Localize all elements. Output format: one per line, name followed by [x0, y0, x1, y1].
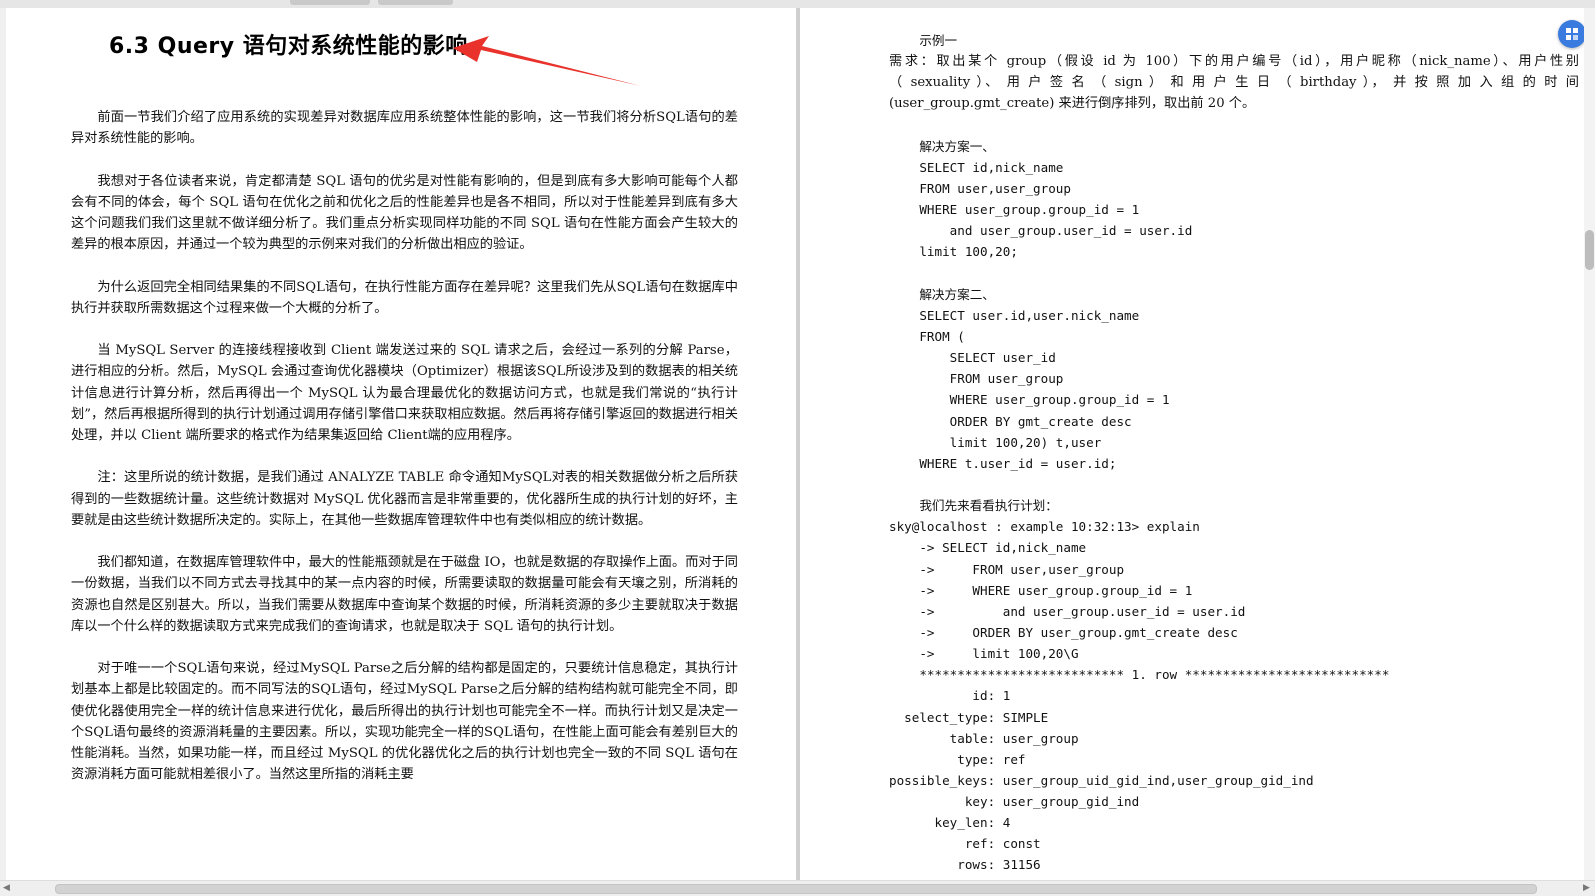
scroll-right-icon[interactable]: ▶	[1583, 883, 1590, 893]
code-line: FROM user_group	[889, 371, 1064, 387]
code-line: FROM (	[889, 328, 965, 344]
horizontal-scroll-thumb[interactable]	[55, 884, 1537, 894]
code-line: key_len: 4	[889, 815, 1011, 831]
code-line: and user_group.user_id = user.id	[889, 223, 1193, 239]
tab-indicator[interactable]	[290, 0, 370, 5]
red-arrow-annotation	[453, 36, 641, 86]
code-line: rows: 31156	[889, 857, 1041, 873]
paragraph: 为什么返回完全相同结果集的不同SQL语句，在执行性能方面存在差异呢？这里我们先从…	[71, 279, 738, 316]
tab-indicator[interactable]	[378, 0, 453, 5]
code-line: -> WHERE user_group.group_id = 1	[889, 582, 1193, 598]
code-line: ref: const	[889, 836, 1041, 852]
left-page: 6.3 Query 语句对系统性能的影响 前面一节我们介绍了应用系统的实现差异对…	[6, 8, 796, 880]
right-page: 示例一 需求：取出某个 group（假设 id 为 100）下的用户编号（id）…	[799, 8, 1585, 880]
code-line: 我们先来看看执行计划：	[889, 498, 1058, 514]
code-line: SELECT id,nick_name	[889, 159, 1064, 175]
code-line: 解决方案一、	[889, 138, 995, 154]
section-heading: 6.3 Query 语句对系统性能的影响	[109, 34, 468, 59]
code-line: (user_group.gmt_create) 来进行倒序排列，取出前 20 个…	[889, 96, 1256, 112]
top-bar	[0, 0, 1595, 8]
code-line: id: 1	[889, 688, 1011, 704]
code-line: 需求：取出某个 group（假设 id 为 100）下的用户编号（id），用户昵…	[889, 54, 1579, 70]
code-line: type: ref	[889, 751, 1026, 767]
code-line: limit 100,20) t,user	[889, 434, 1102, 450]
code-listing: 示例一 需求：取出某个 group（假设 id 为 100）下的用户编号（id）…	[889, 30, 1579, 876]
code-line: possible_keys: user_group_uid_gid_ind,us…	[889, 772, 1314, 788]
code-line: WHERE user_group.group_id = 1	[889, 202, 1140, 218]
code-line: limit 100,20;	[889, 244, 1018, 260]
paragraph: 前面一节我们介绍了应用系统的实现差异对数据库应用系统整体性能的影响，这一节我们将…	[71, 110, 738, 147]
code-line: 解决方案二、	[889, 286, 995, 302]
code-line: 示例一	[889, 33, 958, 48]
code-line: FROM user,user_group	[889, 180, 1071, 196]
vertical-scroll-thumb[interactable]	[1585, 230, 1594, 270]
paragraph: 对于唯一一个SQL语句来说，经过MySQL Parse之后分解的结构都是固定的，…	[71, 661, 738, 783]
paragraph: 注：这里所说的统计数据，是我们通过 ANALYZE TABLE 命令通知MySQ…	[71, 470, 738, 528]
code-line: ORDER BY gmt_create desc	[889, 413, 1132, 429]
code-line: -> SELECT id,nick_name	[889, 540, 1087, 556]
code-line: key: user_group_gid_ind	[889, 794, 1140, 810]
scroll-left-icon[interactable]: ◀	[3, 883, 10, 893]
code-line: *************************** 1. row *****…	[889, 667, 1390, 683]
horizontal-scrollbar[interactable]: ◀ ▶	[0, 880, 1595, 896]
paragraph: 我想对于各位读者来说，肯定都清楚 SQL 语句的优劣是对性能有影响的，但是到底有…	[71, 173, 738, 253]
float-tool-button[interactable]	[1558, 20, 1586, 48]
code-line: WHERE user_group.group_id = 1	[889, 392, 1170, 408]
body-text: 前面一节我们介绍了应用系统的实现差异对数据库应用系统整体性能的影响，这一节我们将…	[71, 107, 738, 807]
vertical-scrollbar[interactable]	[1584, 8, 1595, 880]
paragraph: 我们都知道，在数据库管理软件中，最大的性能瓶颈就是在于磁盘 IO，也就是数据的存…	[71, 555, 738, 634]
code-line: -> FROM user,user_group	[889, 561, 1125, 577]
code-line: WHERE t.user_id = user.id;	[889, 455, 1117, 471]
code-line: -> limit 100,20\G	[889, 646, 1079, 662]
paragraph: 当 MySQL Server 的连接线程接收到 Client 端发送过来的 SQ…	[71, 343, 738, 443]
code-line: SELECT user_id	[889, 350, 1056, 366]
code-line: -> and user_group.user_id = user.id	[889, 603, 1246, 619]
grid-icon	[1566, 28, 1578, 40]
code-line: （ sexuality ）、 用 户 签 名 （ sign ） 和 用 户 生 …	[889, 75, 1579, 91]
code-line: -> ORDER BY user_group.gmt_create desc	[889, 624, 1238, 640]
code-line: SELECT user.id,user.nick_name	[889, 307, 1140, 323]
code-line: select_type: SIMPLE	[889, 709, 1049, 725]
code-line: table: user_group	[889, 730, 1079, 746]
code-line: sky@localhost : example 10:32:13> explai…	[889, 519, 1200, 535]
